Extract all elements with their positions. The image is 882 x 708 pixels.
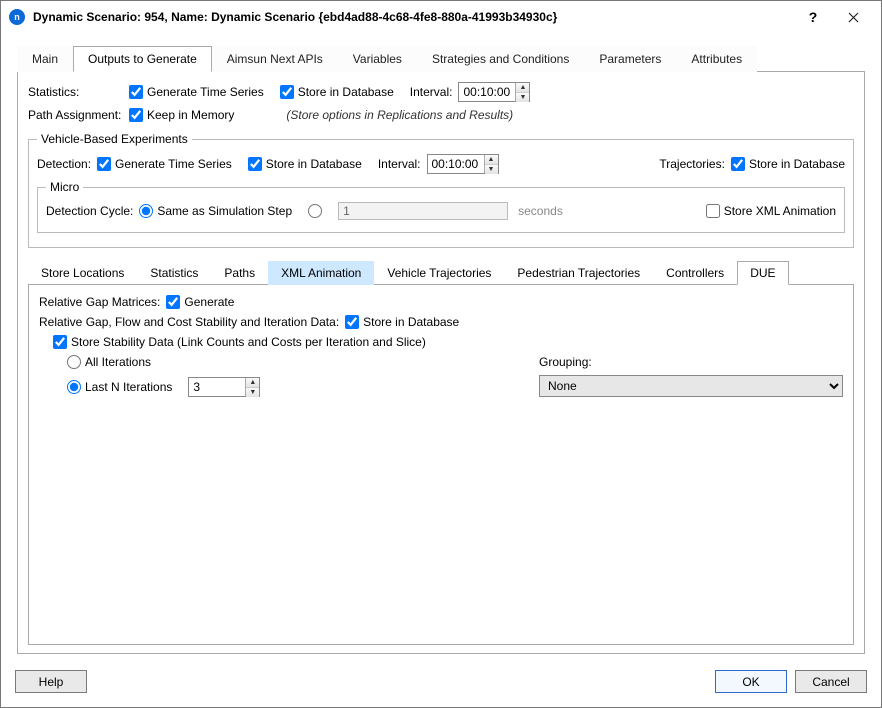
ok-button[interactable]: OK bbox=[715, 670, 787, 693]
rgfc-store-db-checkbox[interactable] bbox=[345, 315, 359, 329]
trajectories-store-in-database[interactable]: Store in Database bbox=[731, 157, 845, 171]
seconds-label: seconds bbox=[518, 204, 563, 218]
subtab-store-locations[interactable]: Store Locations bbox=[28, 261, 137, 285]
app-icon: n bbox=[9, 9, 25, 25]
keep-in-memory[interactable]: Keep in Memory bbox=[129, 108, 234, 122]
last-n-input[interactable] bbox=[189, 378, 245, 396]
statistics-row: Statistics: Generate Time Series Store i… bbox=[28, 82, 854, 102]
cancel-button[interactable]: Cancel bbox=[795, 670, 867, 693]
store-xml-animation-checkbox[interactable] bbox=[706, 204, 720, 218]
rgm-generate[interactable]: Generate bbox=[166, 295, 234, 309]
last-n-iterations-option[interactable]: Last N Iterations bbox=[67, 380, 172, 394]
detection-cycle-custom-radio[interactable] bbox=[308, 204, 322, 218]
store-stability-data-checkbox[interactable] bbox=[53, 335, 67, 349]
spinner-up-icon[interactable]: ▲ bbox=[485, 155, 498, 165]
rgfc-store-in-database[interactable]: Store in Database bbox=[345, 315, 459, 329]
grouping-label: Grouping: bbox=[539, 355, 843, 369]
detection-interval-spinner[interactable]: ▲▼ bbox=[427, 154, 499, 174]
spinner-up-icon[interactable]: ▲ bbox=[516, 83, 529, 93]
tab-strategies-conditions[interactable]: Strategies and Conditions bbox=[417, 46, 584, 72]
window-help-button[interactable]: ? bbox=[793, 3, 833, 31]
subtab-controllers[interactable]: Controllers bbox=[653, 261, 737, 285]
spinner-down-icon[interactable]: ▼ bbox=[516, 93, 529, 102]
output-subtabs: Store Locations Statistics Paths XML Ani… bbox=[28, 260, 854, 285]
rgm-generate-checkbox[interactable] bbox=[166, 295, 180, 309]
spinner-down-icon[interactable]: ▼ bbox=[246, 388, 259, 397]
micro-group: Micro Detection Cycle: Same as Simulatio… bbox=[37, 180, 845, 233]
detection-store-db-checkbox[interactable] bbox=[248, 157, 262, 171]
tab-main[interactable]: Main bbox=[17, 46, 73, 72]
path-assignment-label: Path Assignment: bbox=[28, 108, 123, 122]
tab-attributes[interactable]: Attributes bbox=[676, 46, 757, 72]
subtab-due[interactable]: DUE bbox=[737, 261, 788, 285]
subtab-pedestrian-trajectories[interactable]: Pedestrian Trajectories bbox=[504, 261, 653, 285]
statistics-label: Statistics: bbox=[28, 85, 123, 99]
subtab-xml-animation[interactable]: XML Animation bbox=[268, 261, 374, 285]
stats-generate-time-series-checkbox[interactable] bbox=[129, 85, 143, 99]
path-assignment-row: Path Assignment: Keep in Memory (Store o… bbox=[28, 108, 854, 122]
all-iterations-radio[interactable] bbox=[67, 355, 81, 369]
trajectories-store-db-checkbox[interactable] bbox=[731, 157, 745, 171]
tab-outputs-to-generate[interactable]: Outputs to Generate bbox=[73, 46, 212, 72]
vbe-legend: Vehicle-Based Experiments bbox=[37, 132, 192, 146]
store-stability-data[interactable]: Store Stability Data (Link Counts and Co… bbox=[53, 335, 426, 349]
stats-generate-time-series[interactable]: Generate Time Series bbox=[129, 85, 264, 99]
rgfc-label: Relative Gap, Flow and Cost Stability an… bbox=[39, 315, 339, 329]
stats-store-in-database[interactable]: Store in Database bbox=[280, 85, 394, 99]
detection-interval-input[interactable] bbox=[428, 155, 484, 173]
detection-cycle-same-step[interactable]: Same as Simulation Step bbox=[139, 204, 292, 218]
tab-parameters[interactable]: Parameters bbox=[584, 46, 676, 72]
last-n-spinner[interactable]: ▲▼ bbox=[188, 377, 260, 397]
subtab-vehicle-trajectories[interactable]: Vehicle Trajectories bbox=[374, 261, 504, 285]
help-button[interactable]: Help bbox=[15, 670, 87, 693]
all-iterations-option[interactable]: All Iterations bbox=[67, 355, 151, 369]
tab-variables[interactable]: Variables bbox=[338, 46, 417, 72]
micro-legend: Micro bbox=[46, 180, 83, 194]
detection-cycle-custom[interactable] bbox=[308, 204, 322, 218]
detection-cycle-label: Detection Cycle: bbox=[46, 204, 133, 218]
vehicle-based-experiments-group: Vehicle-Based Experiments Detection: Gen… bbox=[28, 132, 854, 248]
detection-interval-label: Interval: bbox=[378, 157, 421, 171]
path-note: (Store options in Replications and Resul… bbox=[286, 108, 513, 122]
titlebar: n Dynamic Scenario: 954, Name: Dynamic S… bbox=[1, 1, 881, 33]
stats-store-in-database-checkbox[interactable] bbox=[280, 85, 294, 99]
footer: Help OK Cancel bbox=[1, 662, 881, 707]
spinner-down-icon[interactable]: ▼ bbox=[485, 165, 498, 174]
last-n-iterations-radio[interactable] bbox=[67, 380, 81, 394]
stats-interval-label: Interval: bbox=[410, 85, 453, 99]
top-tabs: Main Outputs to Generate Aimsun Next API… bbox=[17, 45, 865, 72]
close-icon bbox=[848, 12, 859, 23]
tab-aimsun-next-apis[interactable]: Aimsun Next APIs bbox=[212, 46, 338, 72]
trajectories-label: Trajectories: bbox=[659, 157, 725, 171]
subtab-statistics[interactable]: Statistics bbox=[137, 261, 211, 285]
subtab-paths[interactable]: Paths bbox=[211, 261, 268, 285]
spinner-up-icon[interactable]: ▲ bbox=[246, 378, 259, 388]
stats-interval-input[interactable] bbox=[459, 83, 515, 101]
detection-generate-ts-checkbox[interactable] bbox=[97, 157, 111, 171]
window-title: Dynamic Scenario: 954, Name: Dynamic Sce… bbox=[33, 10, 793, 24]
detection-cycle-same-step-radio[interactable] bbox=[139, 204, 153, 218]
relative-gap-matrices-label: Relative Gap Matrices: bbox=[39, 295, 160, 309]
window-close-button[interactable] bbox=[833, 3, 873, 31]
grouping-select[interactable]: None bbox=[539, 375, 843, 397]
due-panel: Relative Gap Matrices: Generate Relative… bbox=[28, 285, 854, 645]
store-xml-animation[interactable]: Store XML Animation bbox=[706, 204, 836, 218]
detection-cycle-value-input bbox=[338, 202, 508, 220]
detection-generate-time-series[interactable]: Generate Time Series bbox=[97, 157, 232, 171]
detection-store-in-database[interactable]: Store in Database bbox=[248, 157, 362, 171]
stats-interval-spinner[interactable]: ▲▼ bbox=[458, 82, 530, 102]
keep-in-memory-checkbox[interactable] bbox=[129, 108, 143, 122]
detection-label: Detection: bbox=[37, 157, 91, 171]
